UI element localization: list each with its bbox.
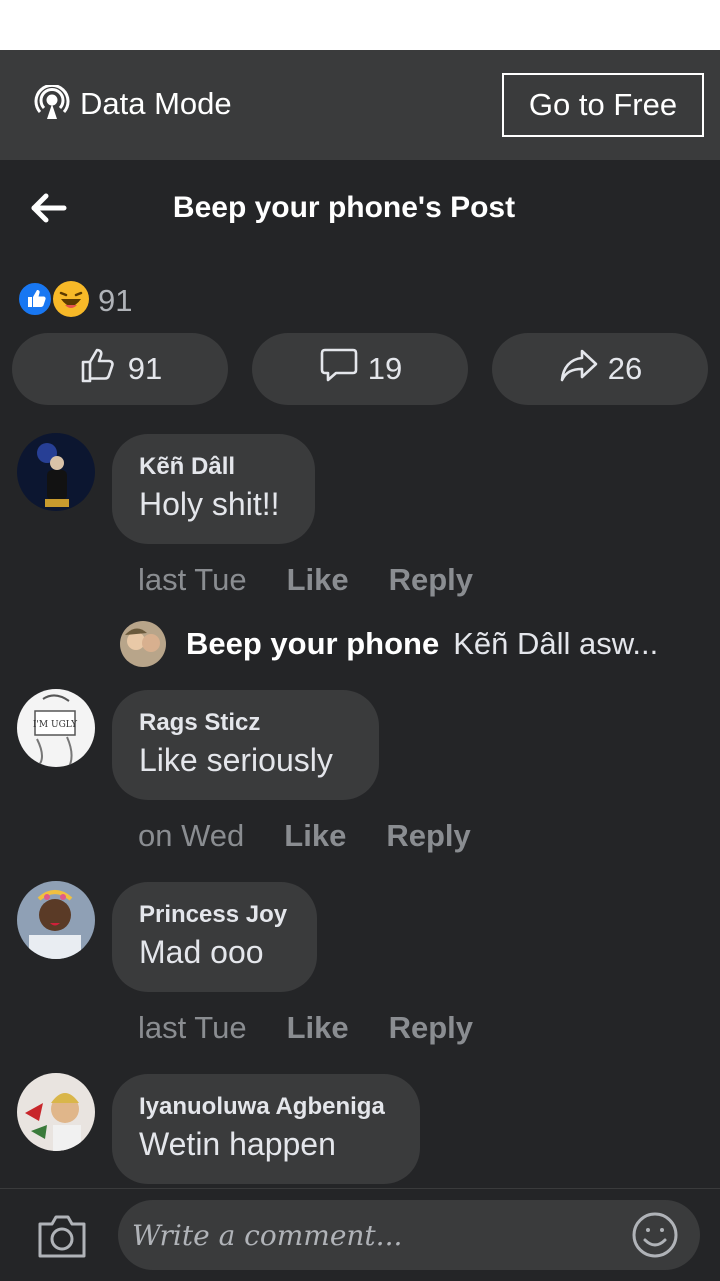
camera-icon[interactable]: [36, 1212, 88, 1260]
data-mode-label: Data Mode: [80, 86, 232, 121]
comment-time: last Tue: [138, 562, 247, 597]
comment-bubble: Rags Sticz Like seriously: [112, 690, 379, 800]
avatar[interactable]: [17, 1073, 95, 1151]
emoji-icon[interactable]: [630, 1210, 680, 1260]
comment-button[interactable]: 19: [252, 333, 468, 405]
like-count: 91: [127, 351, 163, 386]
comment-text: Like seriously: [139, 742, 333, 778]
comment-reply-link[interactable]: Reply: [389, 1010, 473, 1046]
comment-bubble: Iyanuoluwa Agbeniga Wetin happen: [112, 1074, 420, 1184]
commenter-name[interactable]: Princess Joy: [139, 900, 290, 930]
commenter-name[interactable]: Kẽñ Dâll: [139, 452, 288, 482]
share-count: 26: [607, 351, 643, 386]
comment-bubble: Kẽñ Dâll Holy shit!!: [112, 434, 315, 544]
comment-like-link[interactable]: Like: [287, 562, 349, 598]
broadcast-icon: [34, 83, 70, 121]
thumbs-up-icon: [78, 344, 120, 394]
comment-reply-link[interactable]: Reply: [386, 818, 470, 854]
commenter-name[interactable]: Iyanuoluwa Agbeniga: [139, 1092, 393, 1122]
comment-time: last Tue: [138, 1010, 247, 1045]
comment-bubble: Princess Joy Mad ooo: [112, 882, 317, 992]
comment-meta: last Tue Like Reply: [138, 1010, 473, 1046]
comment-text: Mad ooo: [139, 934, 264, 970]
reaction-count[interactable]: 91: [98, 283, 132, 319]
comment-like-link[interactable]: Like: [284, 818, 346, 854]
avatar[interactable]: [17, 881, 95, 959]
comment-input[interactable]: [130, 1217, 614, 1253]
go-to-free-button[interactable]: Go to Free: [502, 73, 704, 137]
comment-meta: on Wed Like Reply: [138, 818, 471, 854]
comment-text: Wetin happen: [139, 1126, 336, 1162]
comment-reply-link[interactable]: Reply: [389, 562, 473, 598]
reply-preview[interactable]: Beep your phone Kẽñ Dâll asw...: [120, 620, 700, 668]
reply-author: Beep your phone: [186, 626, 440, 661]
reply-avatar: [120, 621, 166, 667]
comment-meta: last Tue Like Reply: [138, 562, 473, 598]
avatar[interactable]: I'M UGLY: [17, 689, 95, 767]
page-title: Beep your phone's Post: [172, 191, 516, 224]
like-button[interactable]: 91: [12, 333, 228, 405]
comment-icon: [318, 344, 360, 394]
comment-time: on Wed: [138, 818, 245, 853]
comment-count: 19: [367, 351, 403, 386]
avatar[interactable]: [17, 433, 95, 511]
commenter-name[interactable]: Rags Sticz: [139, 708, 352, 738]
share-button[interactable]: 26: [492, 333, 708, 405]
status-bar-area: [0, 0, 720, 50]
comment-input-wrapper: [118, 1200, 700, 1270]
comment-like-link[interactable]: Like: [287, 1010, 349, 1046]
reply-text: Kẽñ Dâll asw...: [453, 626, 659, 661]
comment-text: Holy shit!!: [139, 486, 280, 522]
haha-reaction-icon: [53, 281, 89, 317]
share-arrow-icon: [558, 344, 600, 394]
svg-text:I'M UGLY: I'M UGLY: [33, 720, 78, 730]
like-reaction-icon: [17, 281, 53, 317]
